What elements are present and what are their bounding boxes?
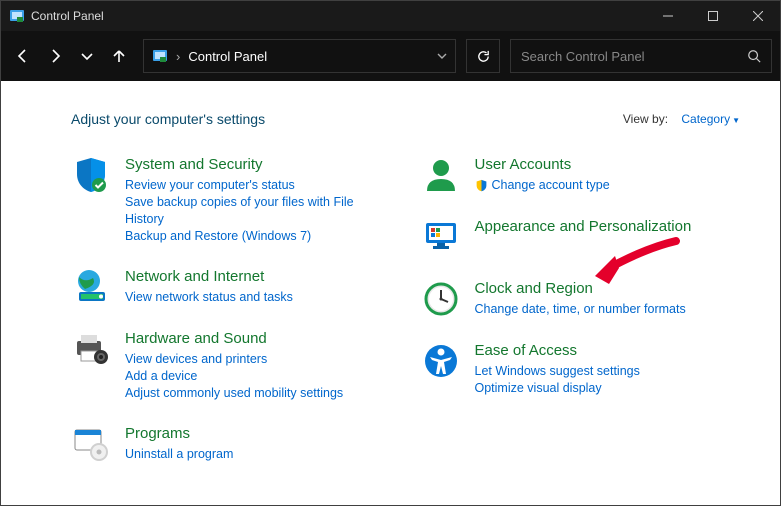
accessibility-icon [421,341,461,381]
link-change-account-type[interactable]: Change account type [475,177,610,194]
link-file-history[interactable]: Save backup copies of your files with Fi… [125,194,391,228]
link-review-status[interactable]: Review your computer's status [125,177,391,194]
category-appearance-personalization: Appearance and Personalization [421,217,741,257]
page-title: Adjust your computer's settings [71,111,623,127]
category-title[interactable]: System and Security [125,155,391,175]
link-date-time-formats[interactable]: Change date, time, or number formats [475,301,686,318]
maximize-button[interactable] [690,1,735,31]
search-icon [747,49,761,63]
category-title[interactable]: Clock and Region [475,279,686,299]
user-icon [421,155,461,195]
titlebar: Control Panel [1,1,780,31]
window-title: Control Panel [31,9,104,23]
breadcrumb-item[interactable]: Control Panel [188,49,267,64]
category-title[interactable]: Appearance and Personalization [475,217,692,237]
shield-icon [71,155,111,195]
control-panel-window: Control Panel › Control Panel Search Con… [0,0,781,506]
link-uninstall-program[interactable]: Uninstall a program [125,446,233,463]
link-devices-printers[interactable]: View devices and printers [125,351,343,368]
control-panel-icon [9,8,25,24]
forward-button[interactable] [41,42,69,70]
minimize-button[interactable] [645,1,690,31]
close-button[interactable] [735,1,780,31]
breadcrumb-separator-icon[interactable]: › [176,49,180,64]
category-title[interactable]: Ease of Access [475,341,640,361]
category-clock-and-region: Clock and Region Change date, time, or n… [421,279,741,319]
categories-left-column: System and Security Review your computer… [71,155,391,464]
back-button[interactable] [9,42,37,70]
printer-icon [71,329,111,369]
link-windows-suggest[interactable]: Let Windows suggest settings [475,363,640,380]
view-by-control: View by: Category▼ [623,112,740,126]
monitor-icon [421,217,461,257]
categories-right-column: User Accounts Change account type [421,155,741,464]
category-title[interactable]: Network and Internet [125,267,293,287]
recent-locations-button[interactable] [73,42,101,70]
up-button[interactable] [105,42,133,70]
category-system-and-security: System and Security Review your computer… [71,155,391,245]
category-title[interactable]: User Accounts [475,155,610,175]
category-title[interactable]: Hardware and Sound [125,329,343,349]
search-placeholder: Search Control Panel [521,49,645,64]
link-add-device[interactable]: Add a device [125,368,343,385]
control-panel-icon [152,48,168,64]
view-by-dropdown[interactable]: Category▼ [681,112,740,126]
clock-icon [421,279,461,319]
category-title[interactable]: Programs [125,424,233,444]
view-by-label: View by: [623,112,668,126]
category-ease-of-access: Ease of Access Let Windows suggest setti… [421,341,741,397]
address-bar[interactable]: › Control Panel [143,39,456,73]
category-hardware-and-sound: Hardware and Sound View devices and prin… [71,329,391,402]
refresh-button[interactable] [466,39,500,73]
link-mobility-settings[interactable]: Adjust commonly used mobility settings [125,385,343,402]
category-network-and-internet: Network and Internet View network status… [71,267,391,307]
uac-shield-icon [475,179,488,192]
navbar: › Control Panel Search Control Panel [1,31,780,81]
chevron-down-icon[interactable] [437,51,447,61]
link-optimize-display[interactable]: Optimize visual display [475,380,640,397]
category-user-accounts: User Accounts Change account type [421,155,741,195]
programs-icon [71,424,111,464]
link-network-status[interactable]: View network status and tasks [125,289,293,306]
content-area: Adjust your computer's settings View by:… [1,81,780,505]
link-backup-restore[interactable]: Backup and Restore (Windows 7) [125,228,391,245]
search-input[interactable]: Search Control Panel [510,39,772,73]
globe-icon [71,267,111,307]
category-programs: Programs Uninstall a program [71,424,391,464]
